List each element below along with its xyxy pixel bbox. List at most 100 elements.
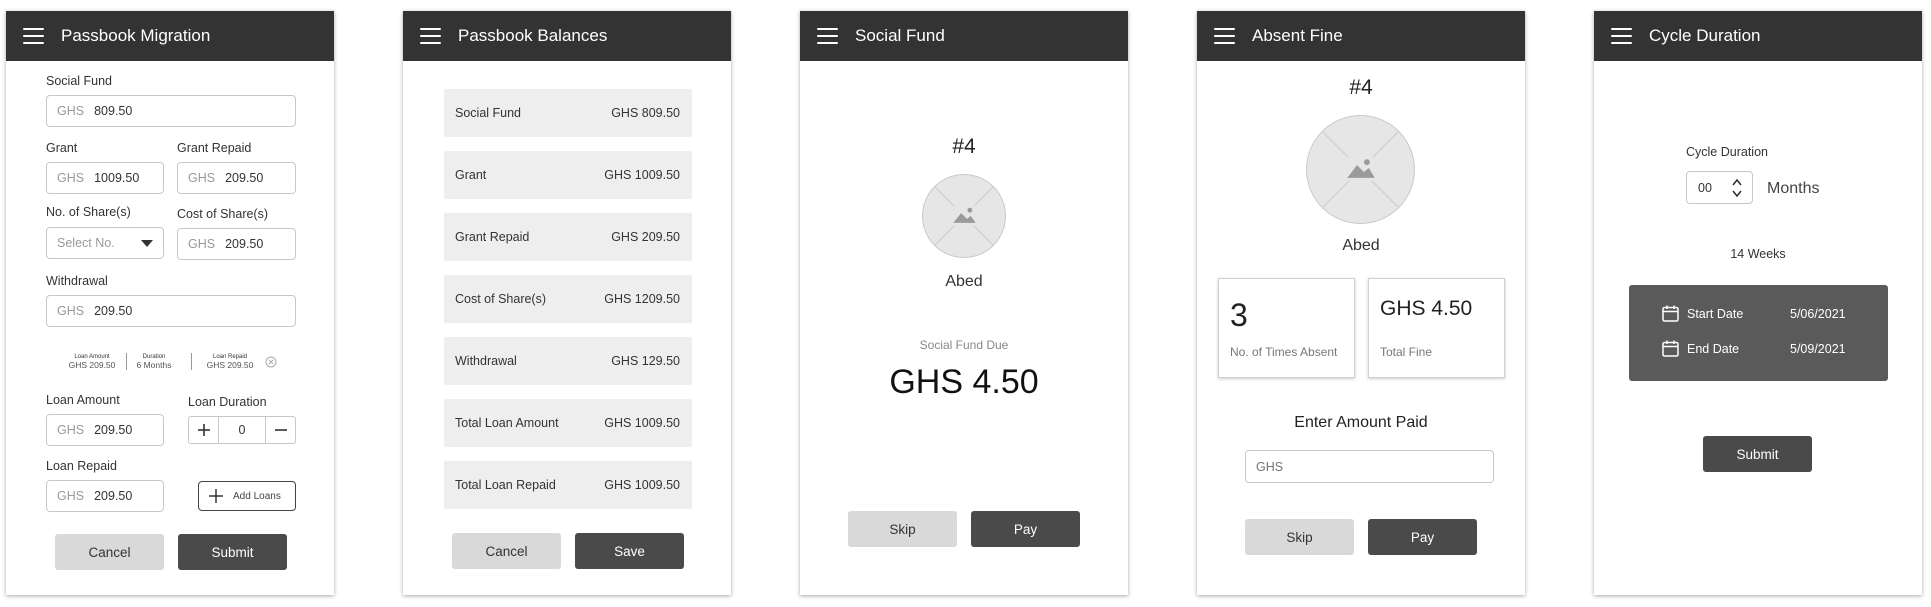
enter-amount-label: Enter Amount Paid xyxy=(1294,414,1428,431)
page-title: Cycle Duration xyxy=(1649,26,1761,45)
loan-repaid-label: Loan Repaid xyxy=(46,459,117,473)
grant-repaid-label: Grant Repaid xyxy=(177,141,252,155)
balance-value: GHS 1209.50 xyxy=(604,292,680,306)
cost-shares-field[interactable]: GHS 209.50 xyxy=(177,228,296,260)
divider xyxy=(191,353,192,370)
skip-button[interactable]: Skip xyxy=(848,511,957,547)
total-fine-card: GHS 4.50 Total Fine xyxy=(1368,278,1505,378)
app-bar: Absent Fine xyxy=(1197,11,1525,61)
social-fund-field[interactable]: GHS 809.50 xyxy=(46,95,296,127)
withdrawal-value: 209.50 xyxy=(94,304,133,318)
remove-loan-icon[interactable] xyxy=(265,356,277,368)
balance-label: Total Loan Amount xyxy=(455,416,559,430)
loan-summary-amount: Loan Amount GHS 209.50 xyxy=(60,353,124,369)
save-button[interactable]: Save xyxy=(575,533,684,569)
cycle-duration-spinner[interactable]: 00 xyxy=(1686,171,1753,204)
menu-icon[interactable] xyxy=(23,28,44,44)
avatar xyxy=(1306,115,1415,224)
member-name: Abed xyxy=(945,273,983,290)
grant-repaid-value: 209.50 xyxy=(225,171,264,185)
app-bar: Social Fund xyxy=(800,11,1128,61)
image-placeholder-icon xyxy=(934,186,994,246)
add-loans-button[interactable]: Add Loans xyxy=(198,481,296,511)
shares-select[interactable]: Select No. xyxy=(46,227,164,259)
amount-paid-input[interactable] xyxy=(1245,450,1494,483)
page-title: Social Fund xyxy=(855,26,945,45)
currency-prefix: GHS xyxy=(188,237,216,251)
menu-icon[interactable] xyxy=(1611,28,1632,44)
avatar xyxy=(922,174,1006,258)
summary-value: 6 Months xyxy=(136,360,172,370)
start-date-label: Start Date xyxy=(1687,307,1744,321)
calendar-icon xyxy=(1662,340,1679,357)
date-range-panel: Start Date 5/06/2021 End Date 5/09/2021 xyxy=(1629,285,1888,381)
cost-shares-label: Cost of Share(s) xyxy=(177,207,269,221)
balance-label: Social Fund xyxy=(455,106,522,120)
shares-label: No. of Share(s) xyxy=(46,205,131,219)
currency-prefix: GHS xyxy=(57,423,85,437)
passbook-balances-screen: Passbook Balances Social Fund GHS 809.50… xyxy=(403,11,731,595)
currency-prefix: GHS xyxy=(57,171,85,185)
withdrawal-field[interactable]: GHS 209.50 xyxy=(46,295,296,327)
image-placeholder-icon xyxy=(1322,131,1399,208)
plus-icon[interactable] xyxy=(189,417,219,443)
balance-label: Grant xyxy=(455,168,487,182)
cycle-duration-screen: Cycle Duration Cycle Duration 00 Months … xyxy=(1594,11,1922,595)
total-fine-value: GHS 4.50 xyxy=(1380,297,1473,320)
cancel-button[interactable]: Cancel xyxy=(55,534,164,570)
balance-row: Total Loan Repaid GHS 1009.50 xyxy=(444,461,692,509)
calendar-icon xyxy=(1662,305,1679,322)
balance-value: GHS 1009.50 xyxy=(604,416,680,430)
submit-button[interactable]: Submit xyxy=(178,534,287,570)
currency-prefix: GHS xyxy=(57,304,85,318)
times-absent-label: No. of Times Absent xyxy=(1230,345,1338,359)
loan-repaid-field[interactable]: GHS 209.50 xyxy=(46,480,164,512)
weeks-label: 14 Weeks xyxy=(1730,247,1786,261)
balance-row: Grant GHS 1009.50 xyxy=(444,151,692,199)
loan-summary-duration: Duration 6 Months xyxy=(131,353,177,369)
pay-button[interactable]: Pay xyxy=(1368,519,1477,555)
app-bar: Passbook Balances xyxy=(403,11,731,61)
grant-repaid-field[interactable]: GHS 209.50 xyxy=(177,162,296,194)
divider xyxy=(126,353,127,370)
balance-row: Total Loan Amount GHS 1009.50 xyxy=(444,399,692,447)
due-amount: GHS 4.50 xyxy=(889,363,1039,401)
social-fund-screen: Social Fund #4 Abed Social Fund Due GHS … xyxy=(800,11,1128,595)
balance-label: Withdrawal xyxy=(455,354,517,368)
times-absent-card: 3 No. of Times Absent xyxy=(1218,278,1355,378)
summary-value: GHS 209.50 xyxy=(68,360,116,370)
plus-icon xyxy=(209,489,223,503)
loan-duration-value[interactable]: 0 xyxy=(219,417,265,443)
add-loans-label: Add Loans xyxy=(233,490,281,502)
menu-icon[interactable] xyxy=(817,28,838,44)
menu-icon[interactable] xyxy=(1214,28,1235,44)
pay-button[interactable]: Pay xyxy=(971,511,1080,547)
cycle-duration-value: 00 xyxy=(1698,180,1712,195)
menu-icon[interactable] xyxy=(420,28,441,44)
due-label: Social Fund Due xyxy=(919,338,1009,352)
balance-value: GHS 129.50 xyxy=(611,354,680,368)
app-bar: Passbook Migration xyxy=(6,11,334,61)
months-label: Months xyxy=(1767,180,1820,197)
loan-amount-value: 209.50 xyxy=(94,423,133,437)
minus-icon[interactable] xyxy=(265,417,295,443)
app-bar: Cycle Duration xyxy=(1594,11,1922,61)
cycle-duration-label: Cycle Duration xyxy=(1686,145,1768,159)
cancel-button[interactable]: Cancel xyxy=(452,533,561,569)
summary-value: GHS 209.50 xyxy=(206,360,254,370)
member-name: Abed xyxy=(1342,237,1380,254)
spinner-arrows-icon[interactable] xyxy=(1731,177,1743,199)
balance-value: GHS 1009.50 xyxy=(604,168,680,182)
end-date-label: End Date xyxy=(1687,342,1740,356)
social-fund-label: Social Fund xyxy=(46,74,113,88)
skip-button[interactable]: Skip xyxy=(1245,519,1354,555)
social-fund-value: 809.50 xyxy=(94,104,133,118)
chevron-down-icon xyxy=(141,239,153,247)
loan-amount-field[interactable]: GHS 209.50 xyxy=(46,414,164,446)
submit-button[interactable]: Submit xyxy=(1703,436,1812,472)
grant-field[interactable]: GHS 1009.50 xyxy=(46,162,164,194)
balance-label: Cost of Share(s) xyxy=(455,292,547,306)
end-date-value: 5/09/2021 xyxy=(1790,342,1846,356)
absent-fine-screen: Absent Fine #4 Abed 3 No. of Times Absen… xyxy=(1197,11,1525,595)
loan-duration-stepper: 0 xyxy=(188,416,296,444)
